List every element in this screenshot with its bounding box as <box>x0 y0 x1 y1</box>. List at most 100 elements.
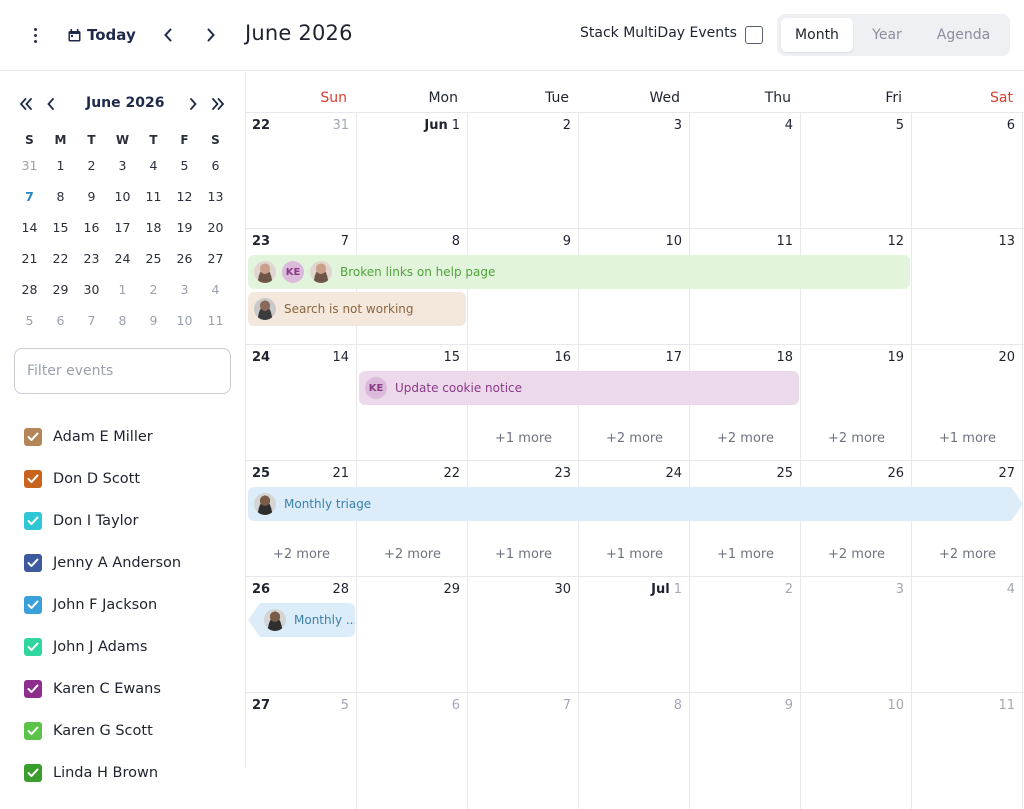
calendar-event[interactable]: Monthly ... <box>248 603 355 637</box>
mini-day[interactable]: 1 <box>45 158 76 173</box>
filter-events-input[interactable]: Filter events <box>14 348 231 394</box>
checkbox-checked-icon[interactable] <box>24 596 42 614</box>
mini-day[interactable]: 27 <box>200 251 231 266</box>
more-events-link[interactable]: +2 more <box>801 547 912 562</box>
mini-day[interactable]: 26 <box>169 251 200 266</box>
mini-day[interactable]: 6 <box>45 313 76 328</box>
day-cell[interactable]: 6 <box>912 113 1023 229</box>
checkbox-checked-icon[interactable] <box>24 680 42 698</box>
person-filter-item[interactable]: John J Adams <box>24 626 181 668</box>
view-month-button[interactable]: Month <box>781 18 853 52</box>
day-cell[interactable]: 4 <box>912 577 1023 693</box>
mini-day[interactable]: 13 <box>200 189 231 204</box>
checkbox-checked-icon[interactable] <box>24 470 42 488</box>
mini-day[interactable]: 29 <box>45 282 76 297</box>
mini-day[interactable]: 7 <box>14 183 45 210</box>
day-cell[interactable]: 30 <box>468 577 579 693</box>
more-events-link[interactable]: +1 more <box>468 547 579 562</box>
person-filter-item[interactable]: Don D Scott <box>24 458 181 500</box>
mini-day[interactable]: 16 <box>76 220 107 235</box>
person-filter-item[interactable]: Karen G Scott <box>24 710 181 752</box>
day-cell[interactable]: 22 31 <box>246 113 357 229</box>
mini-day[interactable]: 1 <box>107 282 138 297</box>
day-cell[interactable]: 29 <box>357 577 468 693</box>
day-cell[interactable]: 19 +2 more <box>801 345 912 461</box>
mini-day[interactable]: 5 <box>14 313 45 328</box>
mini-day[interactable]: 20 <box>200 220 231 235</box>
mini-day[interactable]: 21 <box>14 251 45 266</box>
more-events-link[interactable]: +2 more <box>801 431 912 446</box>
mini-day[interactable]: 3 <box>107 158 138 173</box>
more-events-link[interactable]: +2 more <box>246 547 357 562</box>
person-filter-item[interactable]: John F Jackson <box>24 584 181 626</box>
mini-previous-month-button[interactable] <box>41 94 61 114</box>
mini-day[interactable]: 14 <box>14 220 45 235</box>
day-cell[interactable]: 6 <box>357 693 468 809</box>
mini-day[interactable]: 11 <box>200 313 231 328</box>
person-filter-item[interactable]: Linda H Brown <box>24 752 181 794</box>
mini-day[interactable]: 11 <box>138 189 169 204</box>
day-cell[interactable]: 3 <box>801 577 912 693</box>
checkbox-checked-icon[interactable] <box>24 638 42 656</box>
mini-day[interactable]: 31 <box>14 158 45 173</box>
mini-day[interactable]: 24 <box>107 251 138 266</box>
day-cell[interactable]: 9 <box>690 693 801 809</box>
more-events-link[interactable]: +1 more <box>912 431 1023 446</box>
mini-day[interactable]: 28 <box>14 282 45 297</box>
checkbox-checked-icon[interactable] <box>24 512 42 530</box>
mini-day[interactable]: 7 <box>76 313 107 328</box>
more-options-icon[interactable] <box>24 24 46 46</box>
day-cell[interactable]: 2 <box>468 113 579 229</box>
mini-day[interactable]: 4 <box>138 158 169 173</box>
mini-day[interactable]: 22 <box>45 251 76 266</box>
person-filter-item[interactable]: Jenny A Anderson <box>24 542 181 584</box>
mini-day[interactable]: 2 <box>76 158 107 173</box>
more-events-link[interactable]: +2 more <box>357 547 468 562</box>
more-events-link[interactable]: +1 more <box>690 547 801 562</box>
day-cell[interactable]: 27 5 <box>246 693 357 809</box>
checkbox-checked-icon[interactable] <box>24 428 42 446</box>
more-events-link[interactable]: +2 more <box>690 431 801 446</box>
mini-day[interactable]: 19 <box>169 220 200 235</box>
view-agenda-button[interactable]: Agenda <box>921 18 1006 52</box>
day-cell[interactable]: 2 <box>690 577 801 693</box>
more-events-link[interactable]: +1 more <box>468 431 579 446</box>
mini-next-month-button[interactable] <box>183 94 203 114</box>
day-cell[interactable]: Jul 1 <box>579 577 690 693</box>
checkbox-checked-icon[interactable] <box>24 722 42 740</box>
calendar-event[interactable]: Search is not working <box>248 292 466 326</box>
mini-day[interactable]: 30 <box>76 282 107 297</box>
more-events-link[interactable]: +2 more <box>579 431 690 446</box>
day-cell[interactable]: 11 <box>912 693 1023 809</box>
next-year-button[interactable] <box>208 94 228 114</box>
mini-day[interactable]: 2 <box>138 282 169 297</box>
more-events-link[interactable]: +2 more <box>912 547 1023 562</box>
mini-day[interactable]: 6 <box>200 158 231 173</box>
mini-day[interactable]: 4 <box>200 282 231 297</box>
mini-day[interactable]: 23 <box>76 251 107 266</box>
day-cell[interactable]: 8 <box>579 693 690 809</box>
calendar-event[interactable]: Monthly triage <box>248 487 1023 521</box>
next-month-button[interactable] <box>200 24 222 46</box>
calendar-event[interactable]: KE Update cookie notice <box>359 371 799 405</box>
day-cell[interactable]: 24 14 <box>246 345 357 461</box>
day-cell[interactable]: 4 <box>690 113 801 229</box>
day-cell[interactable]: 7 <box>468 693 579 809</box>
previous-month-button[interactable] <box>157 24 179 46</box>
mini-day[interactable]: 10 <box>107 189 138 204</box>
previous-year-button[interactable] <box>16 94 36 114</box>
today-button[interactable]: Today <box>68 22 136 48</box>
more-events-link[interactable]: +1 more <box>579 547 690 562</box>
mini-day[interactable]: 3 <box>169 282 200 297</box>
day-cell[interactable]: 13 <box>912 229 1023 345</box>
day-cell[interactable]: 20 +1 more <box>912 345 1023 461</box>
mini-day[interactable]: 9 <box>138 313 169 328</box>
checkbox-checked-icon[interactable] <box>24 554 42 572</box>
day-cell[interactable]: 10 <box>801 693 912 809</box>
day-cell[interactable]: 3 <box>579 113 690 229</box>
mini-day[interactable]: 10 <box>169 313 200 328</box>
calendar-event[interactable]: KE Broken links on help page <box>248 255 910 289</box>
person-filter-item[interactable]: Adam E Miller <box>24 416 181 458</box>
person-filter-item[interactable]: Karen C Ewans <box>24 668 181 710</box>
mini-day[interactable]: 8 <box>45 189 76 204</box>
